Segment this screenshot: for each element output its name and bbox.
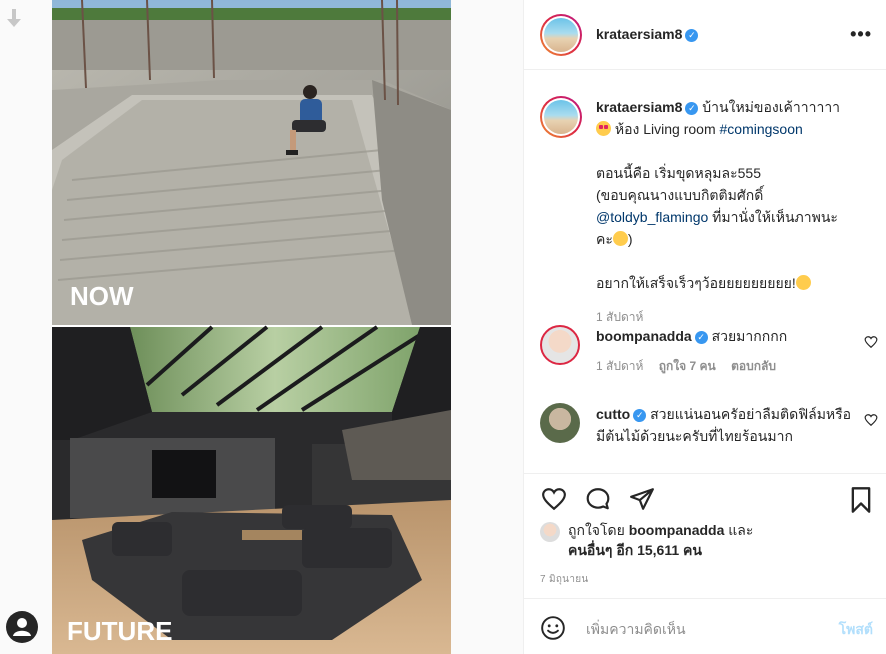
post-date[interactable]: 7 มิถุนายน [540,572,589,587]
comment-bubble-icon[interactable] [584,486,612,512]
comment-username[interactable]: cutto [596,406,630,422]
user-icon [13,618,31,636]
caption-para2: (ขอบคุณนางแบบกิตติมศักดิ์ [596,187,764,203]
profile-avatar-button[interactable] [6,611,38,643]
comment-time[interactable]: 1 สัปดาห์ [596,359,643,373]
verified-badge-icon: ✓ [694,330,708,344]
save-bookmark-icon[interactable] [849,486,873,514]
caption-line1: บ้านใหม่ของเค้าาาาาา [702,99,841,115]
comment-item: boompanadda ✓ สวยมากกกก 1 สัปดาห์ ถูกใจ 7… [540,325,880,377]
smiling-hearts-emoji-icon [795,275,811,290]
emoji-smile-icon[interactable] [540,615,566,641]
heart-eyes-emoji-icon [596,121,611,136]
comment-text: สวยมากกกก [711,328,788,344]
commenter-avatar[interactable] [540,403,580,443]
post-header: krataersiam8 ✓ ••• [524,0,886,70]
comment-username[interactable]: boompanadda [596,328,692,344]
commenter-avatar[interactable] [540,325,580,365]
post-side-panel: krataersiam8 ✓ ••• krataersiam8 ✓ บ้านใหม่… [523,0,886,654]
caption-line2: ห้อง Living room [614,121,720,137]
likes-summary: ถูกใจโดย boompanadda และ คนอื่นๆ อีก 15,… [540,520,880,560]
caption-para3: ที่มานั่งให้เห็นภาพนะ [708,209,838,225]
post-image[interactable]: NOW FUTURE [52,0,451,654]
caption-para5: อยากให้เสร็จเร็วๆว้อยยยยยยยยย! [596,275,796,291]
caption-para1: ตอนนี้คือ เริ่มขุดหลุมละ555 [596,165,761,181]
laughing-emoji-icon [612,231,628,246]
comment-input[interactable]: เพิ่มความคิดเห็น [586,619,686,641]
future-label: FUTURE [67,616,172,646]
caption-avatar[interactable] [540,96,582,138]
post-actions [524,473,886,513]
caption-username[interactable]: krataersiam8 [596,99,682,115]
like-heart-icon[interactable] [540,486,568,512]
now-label: NOW [70,281,134,311]
liker-avatar[interactable] [540,522,560,542]
reply-button[interactable]: ตอบกลับ [731,359,776,373]
header-username[interactable]: krataersiam8 ✓ [596,26,699,42]
arrow-down-icon[interactable] [6,8,22,28]
verified-badge-icon: ✓ [685,28,699,42]
instagram-post-view: NOW FUTURE krataersiam8 ✓ ••• krataersia… [0,0,886,654]
share-paper-plane-icon[interactable] [628,486,656,512]
verified-badge-icon: ✓ [685,101,699,115]
more-options-icon[interactable]: ••• [850,24,872,45]
others-likes-link[interactable]: คนอื่นๆ อีก 15,611 คน [568,542,702,558]
post-caption: krataersiam8 ✓ บ้านใหม่ของเค้าาาาาา ห้อง … [540,96,880,328]
left-gutter [0,0,52,654]
comments-list[interactable]: krataersiam8 ✓ บ้านใหม่ของเค้าาาาาา ห้อง … [524,70,886,472]
add-comment-bar: เพิ่มความคิดเห็น โพสต์ [524,598,886,654]
comment-item: cutto ✓ สวยแน่นอนครัอย่าลืมติดฟิล์มหรือมี… [540,403,880,447]
post-photo-collage: NOW FUTURE [52,0,451,654]
liker-username[interactable]: boompanadda [629,522,725,538]
header-avatar[interactable] [540,14,582,56]
post-button[interactable]: โพสต์ [839,619,873,641]
hashtag-link[interactable]: #comingsoon [720,121,803,137]
comment-like-heart-icon[interactable] [864,335,878,349]
mention-link[interactable]: @toldyb_flamingo [596,209,708,225]
caption-para4: คะ [596,231,613,247]
verified-badge-icon: ✓ [633,408,647,422]
comment-likes[interactable]: ถูกใจ 7 คน [659,359,716,373]
comment-like-heart-icon[interactable] [864,413,878,427]
